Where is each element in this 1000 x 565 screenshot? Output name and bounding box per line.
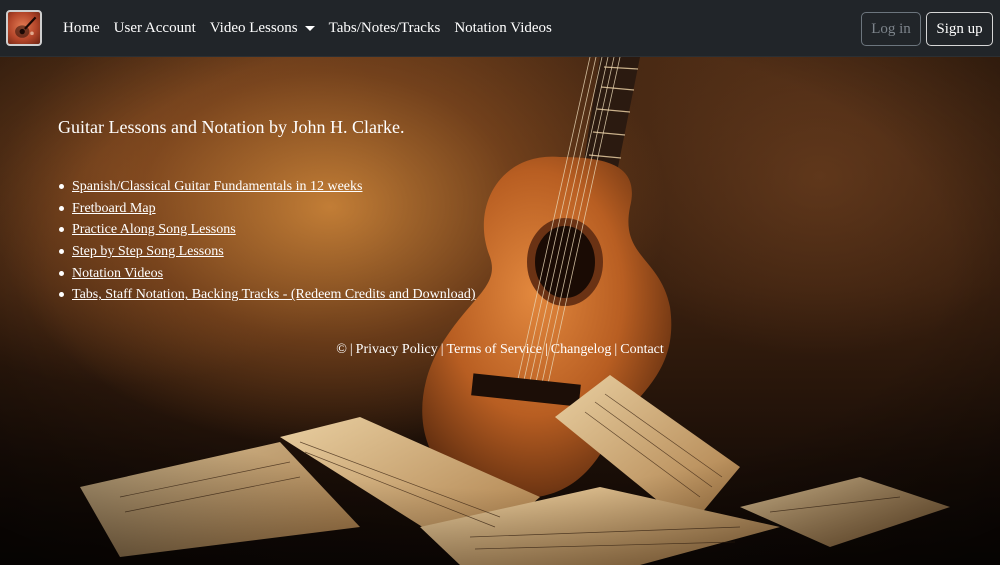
footer-separator: | (614, 342, 618, 357)
lesson-link-fundamentals[interactable]: Spanish/Classical Guitar Fundamentals in… (72, 179, 362, 194)
lesson-link-step-by-step[interactable]: Step by Step Song Lessons (72, 244, 224, 259)
nav-tabs-notes-tracks-label: Tabs/Notes/Tracks (328, 20, 441, 36)
nav-user-account[interactable]: User Account (107, 20, 203, 37)
list-item: Notation Videos (59, 263, 476, 285)
nav-notation-videos[interactable]: Notation Videos (447, 20, 559, 37)
privacy-policy-link[interactable]: Privacy Policy (356, 342, 438, 357)
copyright-symbol: © (336, 342, 347, 357)
nav-user-account-label: User Account (113, 20, 196, 36)
lesson-link-notation-videos[interactable]: Notation Videos (72, 266, 163, 281)
terms-of-service-link[interactable]: Terms of Service (447, 342, 542, 357)
signup-button[interactable]: Sign up (926, 12, 993, 46)
page-footer: © | Privacy Policy | Terms of Service | Change… (0, 342, 1000, 358)
nav-video-lessons-label: Video Lessons (209, 20, 298, 36)
hero-section: Guitar Lessons and Notation by John H. C… (0, 57, 1000, 565)
footer-separator: | (440, 342, 444, 357)
list-item: Step by Step Song Lessons (59, 241, 476, 263)
lesson-link-fretboard-map[interactable]: Fretboard Map (72, 201, 156, 216)
list-item: Practice Along Song Lessons (59, 219, 476, 241)
lesson-link-tabs-download[interactable]: Tabs, Staff Notation, Backing Tracks - (… (72, 287, 476, 302)
guitar-logo-icon[interactable] (6, 10, 42, 46)
chevron-down-icon (304, 26, 315, 31)
top-navbar: Home User Account Video Lessons Tabs/Not… (0, 0, 1000, 57)
changelog-link[interactable]: Changelog (551, 342, 612, 357)
contact-link[interactable]: Contact (620, 342, 664, 357)
login-button[interactable]: Log in (861, 12, 921, 46)
footer-separator: | (349, 342, 353, 357)
list-item: Spanish/Classical Guitar Fundamentals in… (59, 176, 476, 198)
footer-separator: | (544, 342, 548, 357)
nav-video-lessons-dropdown[interactable]: Video Lessons (203, 20, 322, 37)
lesson-links-list: Spanish/Classical Guitar Fundamentals in… (59, 176, 476, 306)
nav-links: Home User Account Video Lessons Tabs/Not… (56, 0, 559, 57)
nav-home[interactable]: Home (56, 20, 107, 37)
nav-home-label: Home (63, 20, 100, 36)
lesson-link-practice-along[interactable]: Practice Along Song Lessons (72, 222, 236, 237)
nav-notation-videos-label: Notation Videos (454, 20, 552, 36)
nav-tabs-notes-tracks[interactable]: Tabs/Notes/Tracks (322, 20, 448, 37)
page-heading: Guitar Lessons and Notation by John H. C… (58, 117, 405, 137)
list-item: Tabs, Staff Notation, Backing Tracks - (… (59, 284, 476, 306)
list-item: Fretboard Map (59, 198, 476, 220)
